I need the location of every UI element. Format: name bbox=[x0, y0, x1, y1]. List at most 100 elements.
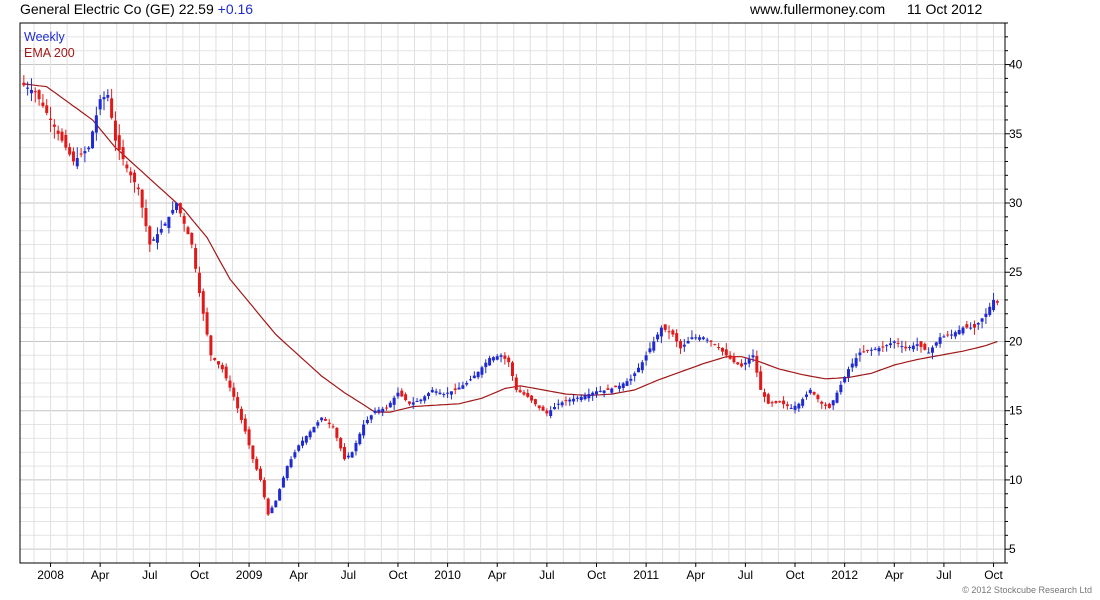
candle-body bbox=[854, 358, 858, 367]
candle-body bbox=[331, 426, 335, 428]
candle-body bbox=[308, 431, 312, 438]
x-tick-label: 2012 bbox=[831, 568, 858, 582]
candle-body bbox=[629, 378, 633, 381]
x-tick-label: Apr bbox=[488, 568, 507, 582]
candle-body bbox=[824, 404, 828, 406]
candle-body bbox=[213, 358, 217, 360]
candle-body bbox=[461, 385, 465, 389]
x-tick-label: Oct bbox=[984, 568, 1003, 582]
candle-body bbox=[755, 355, 759, 373]
x-tick-label: Apr bbox=[91, 568, 110, 582]
candle-body bbox=[686, 341, 690, 344]
x-tick-label: Oct bbox=[190, 568, 209, 582]
candle-body bbox=[140, 189, 144, 208]
candle-body bbox=[274, 500, 278, 508]
candle-body bbox=[908, 347, 912, 348]
candle-body bbox=[522, 392, 526, 395]
candle-body bbox=[915, 344, 919, 346]
candle-body bbox=[182, 216, 186, 224]
candle-body bbox=[323, 418, 327, 421]
candle-body bbox=[583, 395, 587, 400]
candle-body bbox=[843, 377, 847, 383]
x-tick-label: Apr bbox=[885, 568, 904, 582]
candle-body bbox=[186, 227, 190, 235]
ema-layer bbox=[23, 83, 998, 413]
candle-body bbox=[835, 392, 839, 403]
candle-body bbox=[358, 433, 362, 445]
candle-body bbox=[438, 392, 442, 395]
candle-body bbox=[774, 401, 778, 403]
candle-body bbox=[862, 351, 866, 353]
candle-body bbox=[312, 426, 316, 433]
candle-body bbox=[316, 422, 320, 426]
candle-body bbox=[64, 134, 68, 148]
candle-body bbox=[873, 348, 877, 350]
candle-body bbox=[869, 349, 873, 351]
y-tick-label: 20 bbox=[1009, 334, 1023, 348]
y-tick-label: 25 bbox=[1009, 265, 1023, 279]
candle-body bbox=[831, 400, 835, 406]
candle-body bbox=[281, 477, 285, 488]
site-link[interactable]: www.fullermoney.com bbox=[750, 1, 885, 17]
x-tick-label: Oct bbox=[389, 568, 408, 582]
candle-body bbox=[698, 337, 702, 340]
candle-body bbox=[785, 404, 789, 407]
candle-body bbox=[969, 327, 973, 329]
candle-body bbox=[335, 428, 339, 438]
candle-body bbox=[965, 324, 969, 328]
candle-body bbox=[411, 402, 415, 405]
candle-body bbox=[175, 203, 179, 210]
candle-body bbox=[155, 234, 159, 243]
candle-body bbox=[232, 387, 236, 397]
candle-body bbox=[709, 340, 713, 342]
candle-body bbox=[621, 383, 625, 389]
candle-body bbox=[675, 333, 679, 342]
candle-body bbox=[820, 401, 824, 404]
candle-body bbox=[465, 383, 469, 385]
candle-body bbox=[91, 131, 95, 149]
candle-body bbox=[388, 402, 392, 408]
candle-body bbox=[396, 392, 400, 397]
candle-body bbox=[102, 97, 106, 100]
candle-body bbox=[900, 346, 904, 348]
candle-body bbox=[297, 445, 301, 451]
candle-body bbox=[720, 347, 724, 352]
candle-body bbox=[961, 327, 965, 334]
candle-body bbox=[564, 400, 568, 402]
candle-body bbox=[732, 356, 736, 363]
candle-body bbox=[839, 384, 843, 393]
plot-frame bbox=[19, 22, 1006, 564]
x-tick-label: Jul bbox=[738, 568, 753, 582]
candle-body bbox=[377, 409, 381, 412]
candle-body bbox=[888, 343, 892, 346]
candle-body bbox=[552, 407, 556, 410]
candle-body bbox=[885, 345, 889, 347]
candle-body bbox=[793, 405, 797, 410]
candle-body bbox=[598, 390, 602, 392]
candle-body bbox=[980, 318, 984, 322]
candle-body bbox=[690, 337, 694, 339]
candle-body bbox=[778, 401, 782, 403]
candle-body bbox=[667, 331, 671, 333]
y-tick-label: 10 bbox=[1009, 473, 1023, 487]
candle-body bbox=[224, 366, 228, 379]
candle-body bbox=[434, 391, 438, 393]
candle-body bbox=[320, 417, 324, 421]
candle-body bbox=[644, 355, 648, 361]
candle-body bbox=[381, 408, 385, 412]
candle-body bbox=[220, 364, 224, 370]
legend-ema: EMA 200 bbox=[24, 46, 75, 60]
candle-body bbox=[946, 334, 950, 336]
candle-body bbox=[992, 299, 996, 311]
candle-body bbox=[610, 388, 614, 393]
candle-body bbox=[591, 392, 595, 396]
chart-date: 11 Oct 2012 bbox=[907, 1, 983, 17]
candle-body bbox=[327, 422, 331, 425]
candle-body bbox=[37, 90, 41, 100]
candle-body bbox=[354, 443, 358, 452]
candle-body bbox=[602, 390, 606, 393]
candle-body bbox=[369, 415, 373, 420]
candle-body bbox=[636, 367, 640, 373]
candle-body bbox=[575, 397, 579, 399]
candle-body bbox=[171, 209, 175, 214]
